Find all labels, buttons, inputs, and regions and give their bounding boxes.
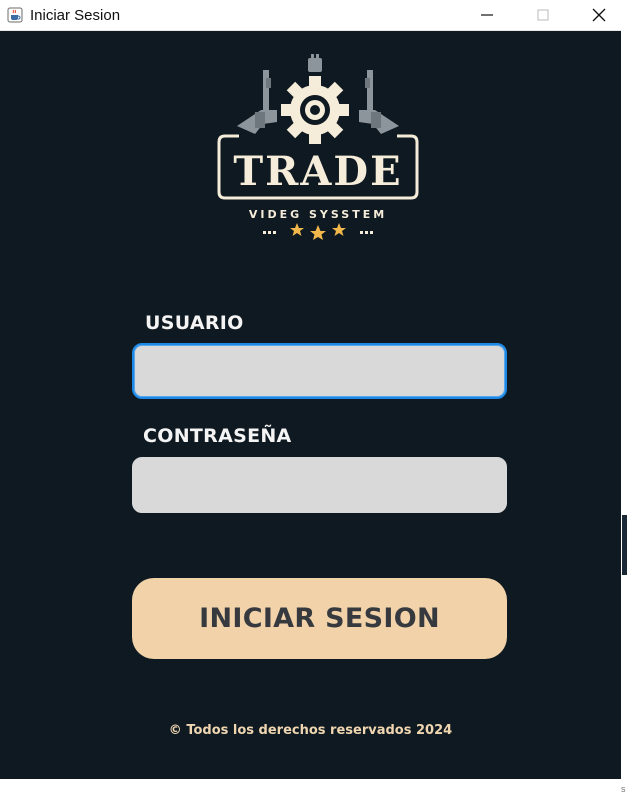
right-gun-icon	[359, 70, 399, 134]
close-icon	[592, 8, 606, 22]
username-input[interactable]	[132, 343, 507, 399]
gear-icon	[281, 76, 349, 144]
close-button[interactable]	[571, 0, 627, 30]
background-window-strip: s	[621, 30, 627, 794]
trade-logo: TRADE VIDEG SYSSTEM	[217, 54, 419, 240]
left-gun-icon	[237, 70, 277, 134]
device-icon	[308, 54, 322, 72]
username-label: USUARIO	[145, 312, 244, 334]
logo-brand-text: TRADE	[233, 148, 402, 195]
window-title: Iniciar Sesion	[30, 6, 121, 24]
stars-icon	[290, 223, 346, 240]
title-bar: Iniciar Sesion	[0, 0, 627, 31]
maximize-button[interactable]	[515, 0, 571, 30]
footer-copyright: © Todos los derechos reservados 2024	[168, 723, 453, 738]
logo-tagline-text: VIDEG SYSSTEM	[249, 208, 387, 221]
java-cup-icon	[6, 6, 24, 24]
password-label: CONTRASEÑA	[143, 425, 292, 447]
password-input[interactable]	[132, 457, 507, 513]
maximize-icon	[537, 9, 549, 21]
login-button[interactable]: INICIAR SESION	[132, 578, 507, 659]
minimize-icon	[481, 14, 493, 16]
minimize-button[interactable]	[459, 0, 515, 30]
